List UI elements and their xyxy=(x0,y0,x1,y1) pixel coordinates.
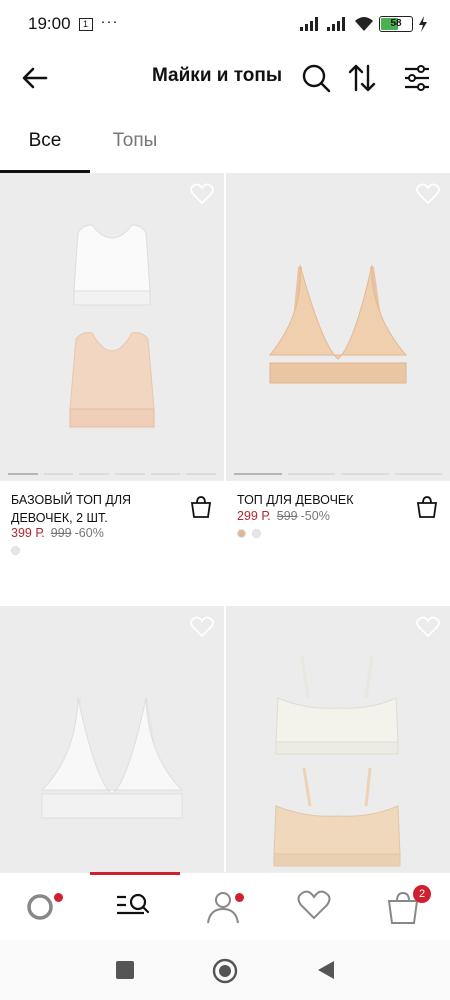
status-bar: 19:00 1 ··· 58 xyxy=(0,0,450,48)
tab-tops[interactable]: Топы xyxy=(90,130,180,173)
image-carousel-dots xyxy=(8,473,217,475)
product-name[interactable]: Топ для девочек xyxy=(237,491,407,509)
heart-icon[interactable] xyxy=(416,183,440,205)
charging-icon xyxy=(419,16,427,32)
filter-icon[interactable] xyxy=(401,62,433,94)
product-image[interactable] xyxy=(226,606,450,872)
product-photo xyxy=(273,655,401,867)
tab-all[interactable]: Все xyxy=(0,130,90,173)
bottom-navigation: 2 xyxy=(0,872,450,940)
color-swatches xyxy=(11,546,20,555)
category-tabs: Все Топы xyxy=(0,118,450,173)
arrow-left-icon[interactable] xyxy=(20,64,50,92)
product-image[interactable] xyxy=(0,173,224,481)
nav-cart[interactable]: 2 xyxy=(385,885,431,929)
wifi-icon xyxy=(355,17,373,31)
image-carousel-dots xyxy=(234,473,442,475)
product-name[interactable]: Базовый топ для девочек, 2 шт. xyxy=(11,491,181,527)
notification-dot xyxy=(54,893,63,902)
back-button-icon[interactable] xyxy=(316,960,336,980)
color-swatches xyxy=(237,529,261,538)
top-app-bar: Майки и топы xyxy=(0,52,450,104)
current-price: 399 Р. xyxy=(11,526,45,540)
notification-icon: 1 xyxy=(78,17,93,31)
current-price: 299 Р. xyxy=(237,509,271,523)
notification-dot xyxy=(235,893,244,902)
search-icon[interactable] xyxy=(300,62,332,94)
add-to-cart-icon[interactable] xyxy=(190,495,212,519)
color-swatch[interactable] xyxy=(11,546,20,555)
price-row: 299 Р. 599 -50% xyxy=(237,509,330,523)
color-swatch[interactable] xyxy=(237,529,246,538)
battery-icon: 58 xyxy=(379,16,413,32)
catalog-search-icon xyxy=(117,893,150,915)
nav-profile[interactable] xyxy=(205,889,245,929)
battery-level: 58 xyxy=(390,18,402,29)
nav-catalog[interactable] xyxy=(114,889,154,929)
heart-icon[interactable] xyxy=(416,616,440,638)
sort-icon[interactable] xyxy=(346,62,378,94)
signal-icon-2 xyxy=(327,17,345,31)
product-card[interactable]: Базовый топ для девочек, 2 шт. 399 Р. 999… xyxy=(0,173,224,555)
more-notifications-icon: ··· xyxy=(100,12,119,30)
status-time: 19:00 xyxy=(28,14,71,33)
cart-count-badge: 2 xyxy=(413,885,431,903)
nav-home[interactable] xyxy=(24,889,64,929)
active-tab-indicator xyxy=(90,872,180,875)
add-to-cart-icon[interactable] xyxy=(416,495,438,519)
price-row: 399 Р. 999 -60% xyxy=(11,526,104,540)
heart-icon[interactable] xyxy=(190,183,214,205)
old-price: 599 xyxy=(276,509,298,523)
product-card[interactable] xyxy=(0,606,224,872)
recents-icon[interactable] xyxy=(115,960,135,980)
old-price: 999 xyxy=(50,526,72,540)
nav-favorites[interactable] xyxy=(296,889,336,929)
product-photo xyxy=(268,264,408,384)
product-image[interactable] xyxy=(226,173,450,481)
product-card[interactable] xyxy=(226,606,450,872)
page-title: Майки и топы xyxy=(152,65,283,86)
home-button-icon[interactable] xyxy=(212,958,238,984)
discount: -60% xyxy=(74,526,104,540)
color-swatch[interactable] xyxy=(252,529,261,538)
product-card[interactable]: Топ для девочек 299 Р. 599 -50% xyxy=(226,173,450,538)
system-navigation xyxy=(0,940,450,1000)
heart-icon[interactable] xyxy=(190,616,214,638)
product-photo xyxy=(69,224,155,428)
favorites-icon xyxy=(297,890,331,920)
product-photo xyxy=(40,697,184,819)
discount: -50% xyxy=(300,509,330,523)
product-image[interactable] xyxy=(0,606,224,872)
home-icon xyxy=(27,894,53,920)
signal-icon xyxy=(300,17,318,31)
